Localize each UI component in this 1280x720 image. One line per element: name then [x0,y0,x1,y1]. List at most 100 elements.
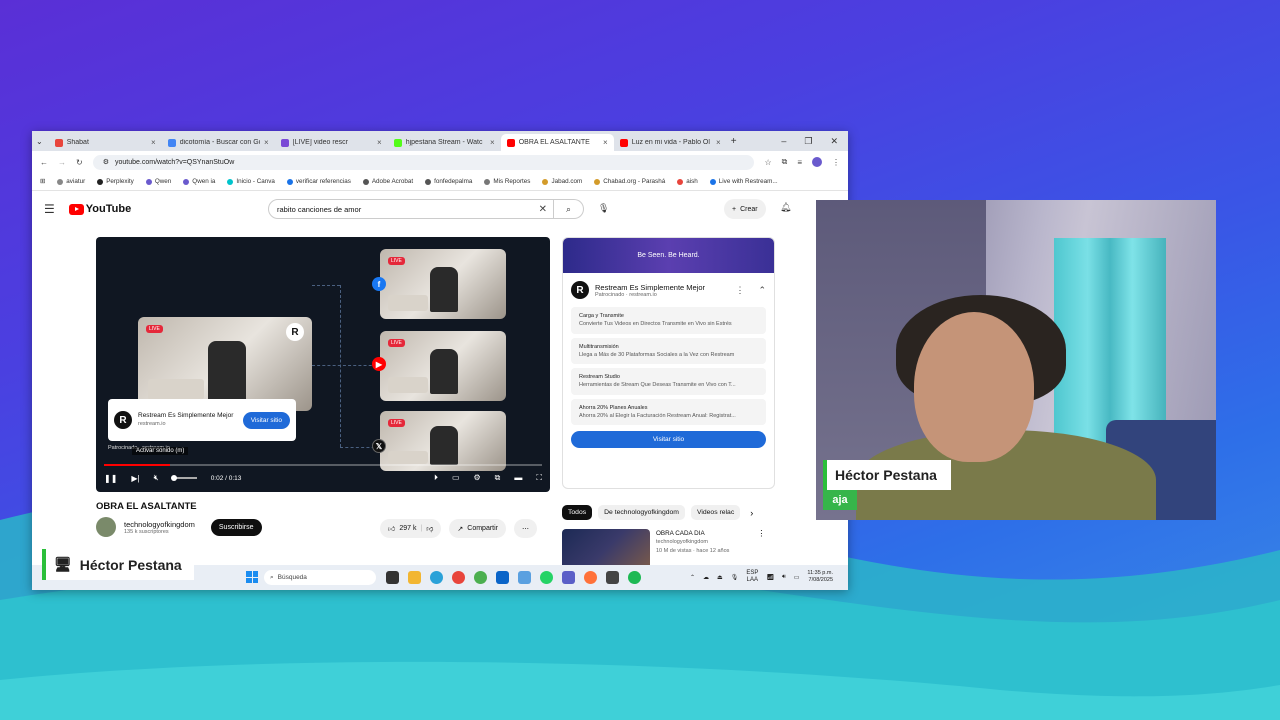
chrome-profile-icon[interactable] [474,571,487,584]
muted-volume-icon[interactable]: 🔇︎ [154,473,159,483]
usb-icon[interactable]: ⏏ [717,574,723,581]
bookmark-item[interactable]: Live with Restream... [709,178,778,185]
browser-tab-active[interactable]: OBRA EL ASALTANTE × [500,134,614,151]
visit-site-button[interactable]: Visitar sitio [242,411,290,429]
tab-list-chevron-icon[interactable]: ⌄ [36,137,43,146]
close-icon[interactable]: × [377,138,382,147]
whatsapp-icon[interactable] [540,571,553,584]
chip-all[interactable]: Todos [562,505,593,520]
ad-feature-item[interactable]: Restream Studio Herramientas de Stream Qu… [571,368,766,395]
theater-mode-icon[interactable]: ▬ [514,473,522,483]
ad-feature-item[interactable]: Carga y Transmite Convierte Tus Videos en… [571,307,766,334]
language-indicator[interactable]: ESP LAA [746,570,758,584]
close-icon[interactable]: × [151,138,156,147]
taskbar-search-input[interactable]: ⌕ Búsqueda [264,570,376,585]
back-icon[interactable]: ← [40,158,48,167]
bookmark-item[interactable]: Jabad.com [542,178,582,185]
create-button[interactable]: + Crear [724,199,766,219]
restore-icon[interactable]: ❐ [804,136,812,147]
more-actions-button[interactable]: ⋯ [514,519,537,538]
close-icon[interactable]: × [264,138,269,147]
browser-tab[interactable]: [LIVE] video rescr × [275,134,388,151]
microphone-icon[interactable]: 🎙 [598,203,609,214]
subscribe-button[interactable]: Suscribirse [210,518,262,536]
like-button[interactable]: 👍︎ 297 k | 👎︎ [380,519,442,538]
spotify-icon[interactable] [628,571,641,584]
bookmark-item[interactable]: Chabad.org - Parashá [594,178,665,185]
bookmark-item[interactable]: Qwen [145,178,171,185]
mic-icon[interactable]: 🎙︎ [731,574,739,581]
app-icon[interactable] [606,571,619,584]
autoplay-toggle-icon[interactable]: ⏵ [434,473,438,483]
recommended-thumbnail[interactable] [562,529,650,569]
app-icon[interactable] [518,571,531,584]
wifi-icon[interactable]: 📶︎ [766,574,774,581]
video-player[interactable]: LIVE LIVE LIVE LIVE R f ▶ 𝕏 R Restream E… [96,237,550,492]
browser-tab[interactable]: dicotomía - Buscar con Go × [162,134,275,151]
ad-banner[interactable]: Be Seen. Be Heard. [563,238,774,273]
chip-related[interactable]: Videos relac [690,505,741,520]
close-icon[interactable]: × [603,138,608,147]
recommended-video[interactable]: OBRA CADA DIA technologyofkingdom 10 M d… [562,529,765,569]
browser-tab[interactable]: Shabat × [49,134,162,151]
reload-icon[interactable]: ↻ [76,158,83,167]
recommended-menu-icon[interactable]: ⋮ [757,529,765,569]
file-explorer-icon[interactable] [408,571,421,584]
edge-icon[interactable] [430,571,443,584]
ad-overlay-card[interactable]: R Restream Es Simplemente Mejor restream… [108,399,296,441]
share-button[interactable]: ↗ Compartir [449,519,506,538]
youtube-logo[interactable]: YouTube [68,203,131,215]
subtitles-icon[interactable]: ▭ [452,473,460,483]
clear-search-icon[interactable]: ✕ [539,204,547,215]
collapse-chevron-icon[interactable]: ⌃ [758,285,766,296]
search-button[interactable]: ⌕ [554,199,584,219]
speaker-icon[interactable]: 🔊︎ [782,574,786,581]
thumbs-down-icon[interactable]: 👎︎ [426,524,433,533]
ad-feature-item[interactable]: Multitransmisión Llega a Más de 30 Plataf… [571,337,766,364]
search-input[interactable]: rabito canciones de amor ✕ [268,199,554,219]
url-field[interactable]: ⚙ youtube.com/watch?v=QSYnanStuOw [92,154,755,170]
teams-icon[interactable] [562,571,575,584]
bookmark-item[interactable]: Mis Reportes [484,178,530,185]
apps-icon[interactable]: ⊞ [40,178,45,185]
windows-start-icon[interactable] [246,571,258,583]
bookmark-item[interactable]: Adobe Acrobat [362,178,413,185]
firefox-icon[interactable] [584,571,597,584]
onedrive-icon[interactable]: ☁ [703,574,709,581]
ad-feature-item[interactable]: Ahorra 20% Planes Anuales Ahorra 20% al E… [571,398,766,425]
progress-bar[interactable] [104,464,542,466]
close-icon[interactable]: × [716,138,721,147]
media-icon[interactable]: ≡ [797,158,802,167]
bookmark-item[interactable]: aish [677,178,698,185]
bookmark-item[interactable]: Perplexity [97,178,134,185]
close-icon[interactable]: × [490,138,495,147]
pause-icon[interactable]: ❚❚ [104,474,117,483]
chip-channel[interactable]: De technologyofkingdom [598,505,685,520]
new-tab-icon[interactable]: + [731,136,737,147]
sidebar-visit-site-button[interactable]: Visitar sitio [571,431,766,448]
chevron-right-icon[interactable]: › [750,508,753,518]
taskbar-clock[interactable]: 11:35 p.m. 7/08/2025 [807,570,833,584]
sidebar-ad-title[interactable]: Restream Es Simplemente Mejor [595,283,705,292]
task-view-icon[interactable] [386,571,399,584]
tray-chevron-icon[interactable]: ⌃ [690,574,695,581]
bookmark-item[interactable]: Inicio - Canva [227,178,275,185]
miniplayer-icon[interactable]: ⧉ [495,473,501,483]
fullscreen-icon[interactable]: ⛶ [536,473,542,483]
battery-icon[interactable]: ▭ [794,574,800,581]
window-close-icon[interactable]: ✕ [830,136,838,147]
bookmark-item[interactable]: aviatur [57,178,85,185]
settings-gear-icon[interactable]: ⚙ [474,473,481,483]
extensions-icon[interactable]: ⧉ [782,157,788,167]
chrome-icon[interactable] [452,571,465,584]
minimize-icon[interactable]: – [781,136,786,147]
ad-menu-icon[interactable]: ⋮ [735,285,744,296]
notifications-bell-icon[interactable]: 🔔︎ [780,202,791,213]
hamburger-menu-icon[interactable]: ☰ [44,202,55,216]
channel-avatar[interactable] [96,517,116,537]
volume-slider[interactable] [170,475,197,481]
next-icon[interactable]: ▶| [131,474,139,483]
bookmark-star-icon[interactable]: ☆ [764,158,771,167]
browser-tab[interactable]: hjpestana Stream - Watc × [388,134,501,151]
channel-name[interactable]: technologyofkingdom [124,520,195,529]
